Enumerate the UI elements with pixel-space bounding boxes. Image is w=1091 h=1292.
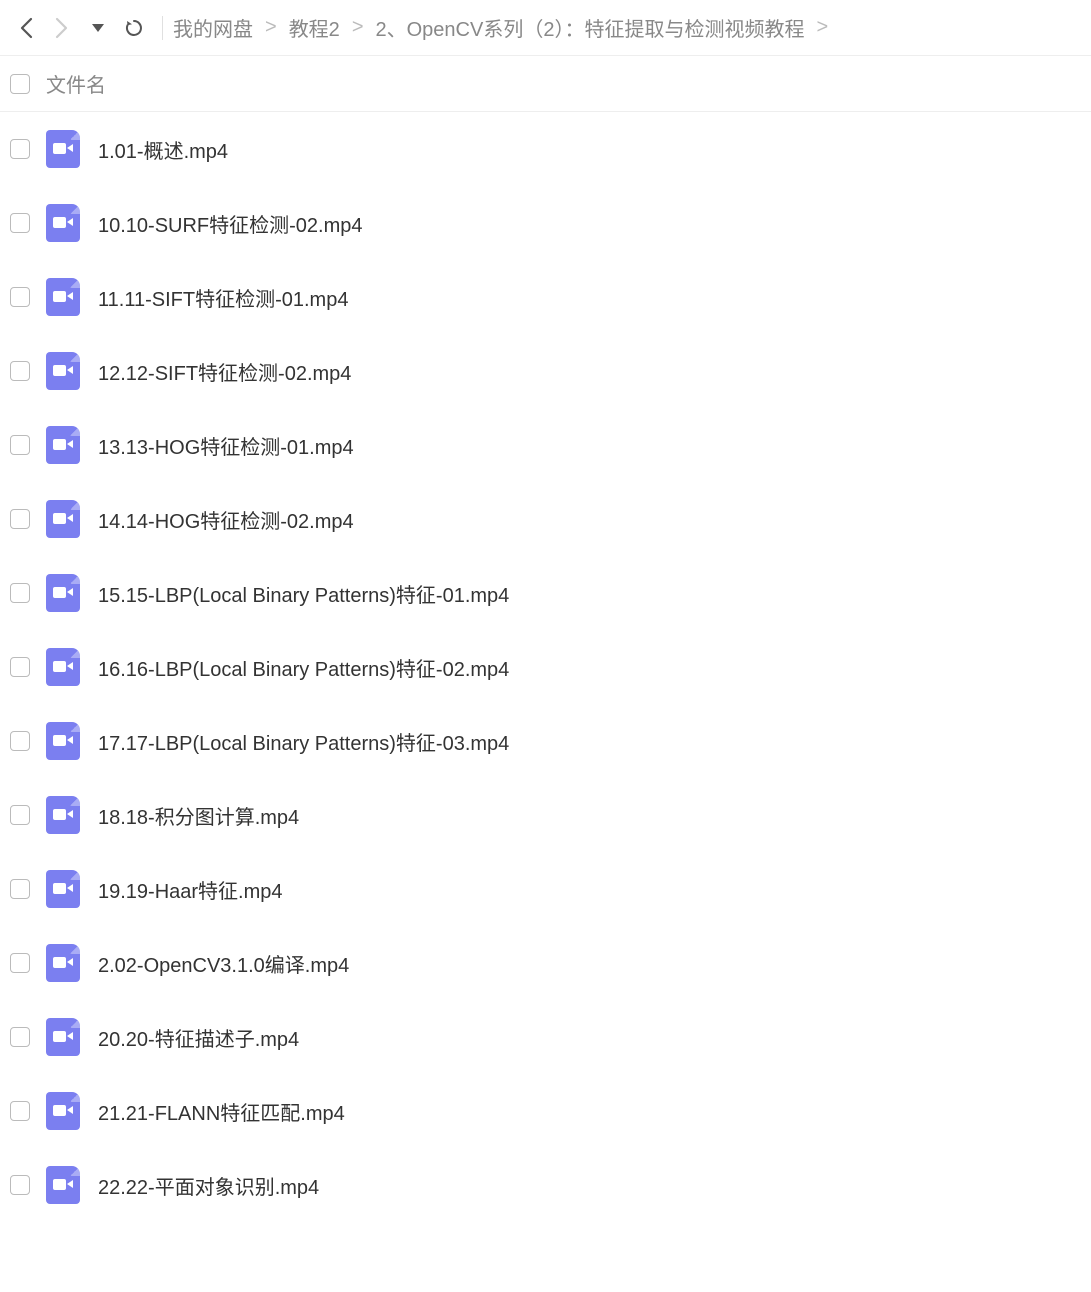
file-row[interactable]: 16.16-LBP(Local Binary Patterns)特征-02.mp… xyxy=(0,630,1091,704)
file-checkbox[interactable] xyxy=(10,1101,30,1121)
video-file-icon xyxy=(46,278,80,316)
file-row[interactable]: 1.01-概述.mp4 xyxy=(0,112,1091,186)
breadcrumb-sep: > xyxy=(265,16,277,39)
video-file-icon xyxy=(46,352,80,390)
file-name[interactable]: 16.16-LBP(Local Binary Patterns)特征-02.mp… xyxy=(98,653,509,682)
file-checkbox[interactable] xyxy=(10,1027,30,1047)
file-name[interactable]: 10.10-SURF特征检测-02.mp4 xyxy=(98,209,363,238)
video-file-icon xyxy=(46,574,80,612)
file-name[interactable]: 12.12-SIFT特征检测-02.mp4 xyxy=(98,357,351,386)
breadcrumb: 我的网盘 > 教程2 > 2、OpenCV系列（2）：特征提取与检测视频教程 > xyxy=(173,13,1083,42)
forward-button[interactable] xyxy=(44,10,80,46)
video-file-icon xyxy=(46,1018,80,1056)
file-row[interactable]: 2.02-OpenCV3.1.0编译.mp4 xyxy=(0,926,1091,1000)
file-name[interactable]: 20.20-特征描述子.mp4 xyxy=(98,1023,299,1052)
file-name[interactable]: 21.21-FLANN特征匹配.mp4 xyxy=(98,1097,345,1126)
file-checkbox[interactable] xyxy=(10,287,30,307)
file-row[interactable]: 20.20-特征描述子.mp4 xyxy=(0,1000,1091,1074)
file-checkbox[interactable] xyxy=(10,805,30,825)
file-row[interactable]: 15.15-LBP(Local Binary Patterns)特征-01.mp… xyxy=(0,556,1091,630)
file-name[interactable]: 17.17-LBP(Local Binary Patterns)特征-03.mp… xyxy=(98,727,509,756)
file-row[interactable]: 12.12-SIFT特征检测-02.mp4 xyxy=(0,334,1091,408)
video-file-icon xyxy=(46,648,80,686)
file-checkbox[interactable] xyxy=(10,583,30,603)
file-checkbox[interactable] xyxy=(10,657,30,677)
file-row[interactable]: 18.18-积分图计算.mp4 xyxy=(0,778,1091,852)
file-row[interactable]: 22.22-平面对象识别.mp4 xyxy=(0,1148,1091,1222)
video-file-icon xyxy=(46,130,80,168)
video-file-icon xyxy=(46,1166,80,1204)
file-row[interactable]: 21.21-FLANN特征匹配.mp4 xyxy=(0,1074,1091,1148)
file-checkbox[interactable] xyxy=(10,361,30,381)
file-checkbox[interactable] xyxy=(10,879,30,899)
file-name[interactable]: 13.13-HOG特征检测-01.mp4 xyxy=(98,431,354,460)
breadcrumb-item[interactable]: 我的网盘 xyxy=(173,13,253,42)
video-file-icon xyxy=(46,1092,80,1130)
toolbar-separator xyxy=(162,16,163,40)
file-list: 1.01-概述.mp4 10.10-SURF特征检测-02.mp4 11.11-SI… xyxy=(0,112,1091,1222)
file-name[interactable]: 2.02-OpenCV3.1.0编译.mp4 xyxy=(98,949,349,978)
breadcrumb-sep: > xyxy=(352,16,364,39)
file-row[interactable]: 14.14-HOG特征检测-02.mp4 xyxy=(0,482,1091,556)
video-file-icon xyxy=(46,500,80,538)
file-name[interactable]: 1.01-概述.mp4 xyxy=(98,135,228,164)
file-checkbox[interactable] xyxy=(10,213,30,233)
file-checkbox[interactable] xyxy=(10,139,30,159)
file-name[interactable]: 14.14-HOG特征检测-02.mp4 xyxy=(98,505,354,534)
file-row[interactable]: 19.19-Haar特征.mp4 xyxy=(0,852,1091,926)
video-file-icon xyxy=(46,722,80,760)
file-name[interactable]: 18.18-积分图计算.mp4 xyxy=(98,801,299,830)
file-checkbox[interactable] xyxy=(10,1175,30,1195)
back-button[interactable] xyxy=(8,10,44,46)
file-checkbox[interactable] xyxy=(10,509,30,529)
video-file-icon xyxy=(46,796,80,834)
file-row[interactable]: 11.11-SIFT特征检测-01.mp4 xyxy=(0,260,1091,334)
select-all-checkbox[interactable] xyxy=(10,74,30,94)
breadcrumb-sep: > xyxy=(816,16,828,39)
file-name[interactable]: 15.15-LBP(Local Binary Patterns)特征-01.mp… xyxy=(98,579,509,608)
file-list-header: 文件名 xyxy=(0,56,1091,112)
video-file-icon xyxy=(46,204,80,242)
video-file-icon xyxy=(46,944,80,982)
refresh-button[interactable] xyxy=(116,10,152,46)
history-dropdown[interactable] xyxy=(80,10,116,46)
video-file-icon xyxy=(46,426,80,464)
toolbar: 我的网盘 > 教程2 > 2、OpenCV系列（2）：特征提取与检测视频教程 > xyxy=(0,0,1091,56)
file-checkbox[interactable] xyxy=(10,731,30,751)
file-name[interactable]: 22.22-平面对象识别.mp4 xyxy=(98,1171,319,1200)
file-row[interactable]: 13.13-HOG特征检测-01.mp4 xyxy=(0,408,1091,482)
file-checkbox[interactable] xyxy=(10,435,30,455)
video-file-icon xyxy=(46,870,80,908)
breadcrumb-item[interactable]: 2、OpenCV系列（2）：特征提取与检测视频教程 xyxy=(376,13,805,42)
file-name[interactable]: 11.11-SIFT特征检测-01.mp4 xyxy=(98,283,348,312)
file-checkbox[interactable] xyxy=(10,953,30,973)
file-row[interactable]: 17.17-LBP(Local Binary Patterns)特征-03.mp… xyxy=(0,704,1091,778)
file-row[interactable]: 10.10-SURF特征检测-02.mp4 xyxy=(0,186,1091,260)
file-name[interactable]: 19.19-Haar特征.mp4 xyxy=(98,875,283,904)
column-header-name[interactable]: 文件名 xyxy=(46,69,106,98)
breadcrumb-item[interactable]: 教程2 xyxy=(289,13,340,42)
